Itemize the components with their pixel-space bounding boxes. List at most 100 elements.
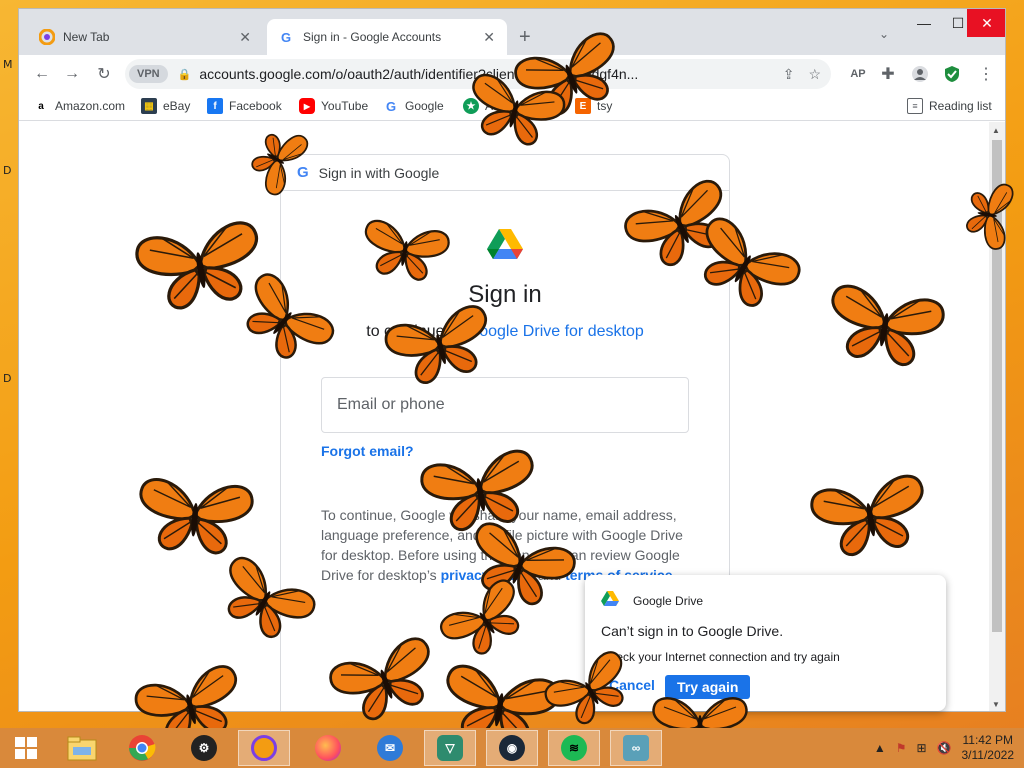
scrollbar[interactable]: ▲ ▼ (989, 122, 1005, 711)
taskbar-steam[interactable]: ◉ (486, 730, 538, 766)
scroll-down-icon[interactable]: ▼ (992, 700, 1000, 709)
network-app-icon: ∞ (623, 735, 649, 761)
flag-icon[interactable]: ⚑ (896, 741, 907, 755)
tab-strip: New Tab ✕ G Sign in - Google Accounts ✕ … (19, 9, 1005, 55)
toast-header: Google Drive (601, 591, 703, 610)
signin-title: Sign in (468, 281, 542, 308)
consent-info: To continue, Google will share your name… (321, 507, 683, 583)
tab-search-icon[interactable]: ⌄ (879, 27, 889, 41)
drive-error-toast: Google Drive Can’t sign in to Google Dri… (585, 575, 946, 711)
bookmark-ad[interactable]: ★ Ad (463, 98, 500, 114)
bookmark-star-icon[interactable]: ☆ (808, 66, 821, 83)
taskbar-spotify[interactable]: ≋ (548, 730, 600, 766)
security-app-icon: ⚙ (191, 735, 217, 761)
ebay-icon: ▦ (141, 98, 157, 114)
tab-title: New Tab (63, 30, 110, 44)
tab-title: Sign in - Google Accounts (303, 30, 442, 44)
taskbar-security-app[interactable]: ⚙ (178, 730, 230, 766)
vpn-badge[interactable]: VPN (129, 65, 168, 83)
bookmark-ebay[interactable]: ▦ eBay (141, 98, 190, 114)
bookmark-youtube[interactable]: ▶ YouTube (299, 98, 368, 114)
amazon-icon: a (38, 100, 44, 112)
signin-header: G Sign in with Google (281, 155, 729, 191)
signin-header-text: Sign in with Google (318, 164, 440, 181)
clock-time: 11:42 PM (962, 733, 1013, 747)
google-drive-logo-icon (487, 229, 523, 266)
reload-icon[interactable]: ↻ (91, 61, 117, 87)
proton-vpn-icon: ▽ (437, 735, 463, 761)
toast-title: Can’t sign in to Google Drive. (601, 623, 784, 639)
browser-toolbar: ← → ↻ VPN 🔒 accounts.google.com/o/oauth2… (19, 55, 1005, 93)
privacy-policy-link[interactable]: privacy policy (441, 567, 534, 583)
toast-message: Check your Internet connection and try a… (601, 650, 840, 664)
back-icon[interactable]: ← (29, 61, 55, 87)
lock-icon[interactable]: 🔒 (178, 68, 192, 81)
shield-extension-icon[interactable] (939, 61, 965, 87)
youtube-icon: ▶ (299, 98, 315, 114)
bookmarks-bar: a Amazon.com ▦ eBay f Facebook ▶ YouTube G Go… (19, 93, 1005, 121)
taskbar-network-app[interactable]: ∞ (610, 730, 662, 766)
vpn-browser-icon (251, 735, 277, 761)
reading-list-icon: ≡ (907, 98, 923, 114)
reading-list[interactable]: ≡ Reading list (907, 98, 992, 114)
email-field[interactable]: Email or phone (321, 377, 689, 433)
taskbar-chrome[interactable] (116, 730, 168, 766)
bookmark-amazon[interactable]: a Amazon.com (33, 98, 125, 114)
scrollbar-thumb[interactable] (992, 140, 1002, 632)
new-tab-icon (39, 29, 55, 45)
new-tab-button[interactable]: + (519, 26, 531, 49)
taskbar: ⚙ ✉ ▽ ◉ ≋ ∞ ▲ ⚑ ⊞ 🔇 11:42 PM 3/11/2022 (0, 728, 1024, 768)
tab-new-tab[interactable]: New Tab ✕ (27, 19, 263, 55)
taskbar-vpn-browser[interactable] (238, 730, 290, 766)
forward-icon[interactable]: → (59, 61, 85, 87)
address-bar[interactable]: VPN 🔒 accounts.google.com/o/oauth2/auth/… (125, 59, 831, 89)
menu-icon[interactable]: ⋮ (973, 61, 999, 87)
share-icon[interactable]: ⇪ (783, 66, 795, 83)
cancel-button[interactable]: Cancel (609, 677, 655, 693)
close-tab-icon[interactable]: ✕ (483, 29, 495, 46)
google-icon: G (385, 98, 397, 114)
desktop-icon-label: D (3, 372, 12, 385)
scroll-up-icon[interactable]: ▲ (992, 126, 1000, 135)
forgot-email-link[interactable]: Forgot email? (321, 443, 414, 459)
url-text[interactable]: accounts.google.com/o/oauth2/auth/identi… (199, 66, 782, 82)
file-explorer-icon (67, 736, 97, 761)
desktop-icon-label: D (3, 164, 12, 177)
etsy-icon: E (575, 98, 591, 114)
spotify-icon: ≋ (561, 735, 587, 761)
bookmark-google[interactable]: G Google (383, 98, 444, 114)
profile-icon[interactable] (907, 61, 933, 87)
taskbar-file-explorer[interactable] (56, 730, 108, 766)
volume-muted-icon[interactable]: 🔇 (937, 741, 952, 755)
try-again-button[interactable]: Try again (665, 675, 751, 699)
facebook-icon: f (207, 98, 223, 114)
show-hidden-icons-icon[interactable]: ▲ (874, 741, 886, 755)
chrome-icon (129, 735, 156, 761)
taskbar-thunderbird[interactable]: ✉ (364, 730, 416, 766)
start-button[interactable] (0, 730, 52, 766)
bookmark-etsy[interactable]: Etsy (575, 98, 612, 114)
taskbar-firefox[interactable] (302, 730, 354, 766)
bookmark-facebook[interactable]: f Facebook (207, 98, 282, 114)
steam-icon: ◉ (499, 735, 525, 761)
email-placeholder: Email or phone (337, 396, 445, 413)
extension-icon[interactable]: AP (845, 61, 871, 87)
google-icon: G (297, 164, 309, 181)
ad-icon: ★ (463, 98, 479, 114)
desktop-icon-label: M (3, 58, 13, 71)
minimize-button[interactable]: — (907, 9, 941, 37)
signin-subtitle: to continue to Google Drive for desktop (366, 323, 644, 340)
puzzle-extensions-icon[interactable]: ✚ (875, 61, 901, 87)
google-icon: G (279, 29, 295, 45)
tab-sign-in[interactable]: G Sign in - Google Accounts ✕ (267, 19, 507, 55)
taskbar-proton-vpn[interactable]: ▽ (424, 730, 476, 766)
firefox-icon (315, 735, 341, 761)
close-window-button[interactable]: ✕ (967, 9, 1005, 37)
svg-text:G: G (281, 30, 291, 44)
google-drive-icon (601, 591, 619, 610)
thunderbird-icon: ✉ (377, 735, 403, 761)
app-name-link[interactable]: Google Drive for desktop (467, 323, 644, 340)
network-icon[interactable]: ⊞ (916, 741, 926, 755)
clock[interactable]: 11:42 PM 3/11/2022 (962, 733, 1015, 763)
close-tab-icon[interactable]: ✕ (239, 29, 251, 46)
